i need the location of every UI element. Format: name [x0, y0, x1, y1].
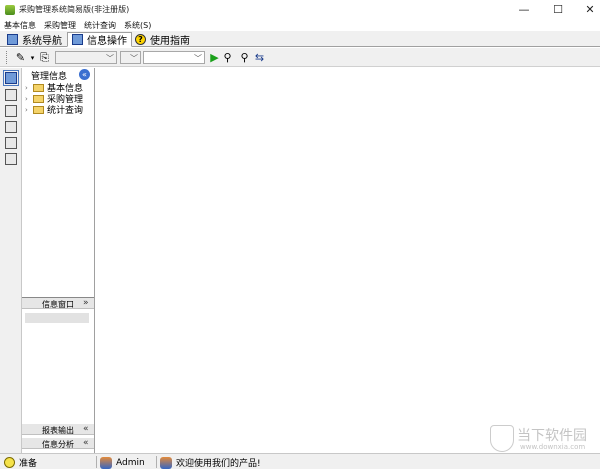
trash-icon[interactable] [5, 153, 17, 165]
list-icon[interactable] [5, 105, 17, 117]
tab-bar: 系统导航 信息操作 ? 使用指南 [0, 31, 600, 47]
chevron-up-icon[interactable]: « [83, 424, 89, 434]
expand-icon[interactable]: › [25, 106, 33, 114]
window-title: 采购管理系统简易版(非注册版) [19, 5, 130, 14]
close-button[interactable]: ✕ [571, 0, 600, 19]
title-bar: 采购管理系统简易版(非注册版) — ☐ ✕ [0, 0, 600, 19]
status-message: 欢迎使用我们的产品! [160, 456, 261, 469]
lightbulb-icon [4, 457, 15, 468]
tree-node-label: 统计查询 [47, 106, 84, 116]
info-window-area [22, 309, 94, 424]
status-bar: 准备 Admin 欢迎使用我们的产品! [0, 453, 600, 469]
folder-icon [33, 83, 44, 92]
tab-label: 系统导航 [22, 36, 62, 47]
minimize-button[interactable]: — [505, 0, 543, 19]
window-icon [72, 34, 83, 45]
filter-combo-2[interactable]: ﹀ [120, 51, 141, 64]
image-icon[interactable] [5, 137, 17, 149]
info-row [25, 313, 89, 323]
navigation-panel: 管理信息 « › 基本信息 › 采购管理 › 统计查询 信息窗口 » 报表输出 … [22, 68, 95, 453]
folder-icon [33, 94, 44, 103]
menu-basic-info[interactable]: 基本信息 [4, 20, 36, 31]
menu-purchase[interactable]: 采购管理 [44, 20, 76, 31]
tab-label: 信息操作 [87, 36, 127, 47]
expand-icon[interactable]: › [25, 95, 33, 103]
help-icon: ? [135, 34, 146, 45]
toolbar: ✎ ▾ ⎘ ﹀ ﹀ ﹀ ▶ ⚲ ⚲ ⇆ [0, 48, 600, 67]
export-icon[interactable]: ⎘ [38, 51, 51, 64]
filter-combo-3[interactable]: ﹀ [143, 51, 205, 64]
tab-user-guide[interactable]: ? 使用指南 [131, 32, 194, 47]
tools-icon[interactable] [5, 89, 17, 101]
watermark: 当下软件园 www.downxia.com [490, 425, 600, 453]
tab-system-navigation[interactable]: 系统导航 [3, 32, 66, 47]
document-icon[interactable] [5, 121, 17, 133]
bottom-panel: 信息窗口 » 报表输出 « 信息分析 « [22, 297, 94, 453]
search-user-icon[interactable]: ⚲ [238, 51, 251, 64]
window-icon[interactable] [3, 70, 19, 86]
folder-icon [33, 105, 44, 114]
toolbar-grip[interactable] [6, 51, 9, 64]
play-icon[interactable]: ▶ [208, 51, 221, 64]
section-report-output[interactable]: 报表输出 « [22, 424, 94, 435]
tree-node-statistics[interactable]: › 统计查询 [25, 104, 84, 116]
users-icon [160, 456, 172, 469]
watermark-url: www.downxia.com [520, 443, 586, 451]
search-user-icon[interactable]: ⚲ [221, 51, 234, 64]
chevron-up-icon[interactable]: « [83, 438, 89, 448]
section-info-analysis[interactable]: 信息分析 « [22, 438, 94, 449]
section-info-window[interactable]: 信息窗口 » [22, 298, 94, 309]
expand-icon[interactable]: › [25, 84, 33, 92]
status-ready: 准备 [4, 456, 37, 469]
nav-header: 管理信息 « [22, 68, 94, 82]
chevron-down-icon[interactable]: » [83, 298, 89, 308]
watermark-logo-icon [490, 425, 514, 452]
menu-system[interactable]: 系统(S) [124, 20, 151, 31]
status-user: Admin [100, 456, 145, 469]
tab-label: 使用指南 [150, 36, 190, 47]
tab-info-operation[interactable]: 信息操作 [67, 32, 132, 47]
user-icon [100, 456, 112, 469]
filter-combo-1[interactable]: ﹀ [55, 51, 117, 64]
side-icon-strip [0, 68, 22, 453]
app-icon [5, 5, 15, 15]
window-icon [7, 34, 18, 45]
menu-statistics[interactable]: 统计查询 [84, 20, 116, 31]
refresh-icon[interactable]: ⇆ [253, 51, 266, 64]
menu-bar: 基本信息 采购管理 统计查询 系统(S) [0, 19, 600, 31]
main-content-area[interactable] [95, 68, 600, 453]
watermark-text: 当下软件园 [517, 428, 587, 444]
status-divider [96, 456, 97, 468]
status-divider [156, 456, 157, 468]
collapse-icon[interactable]: « [79, 69, 90, 80]
